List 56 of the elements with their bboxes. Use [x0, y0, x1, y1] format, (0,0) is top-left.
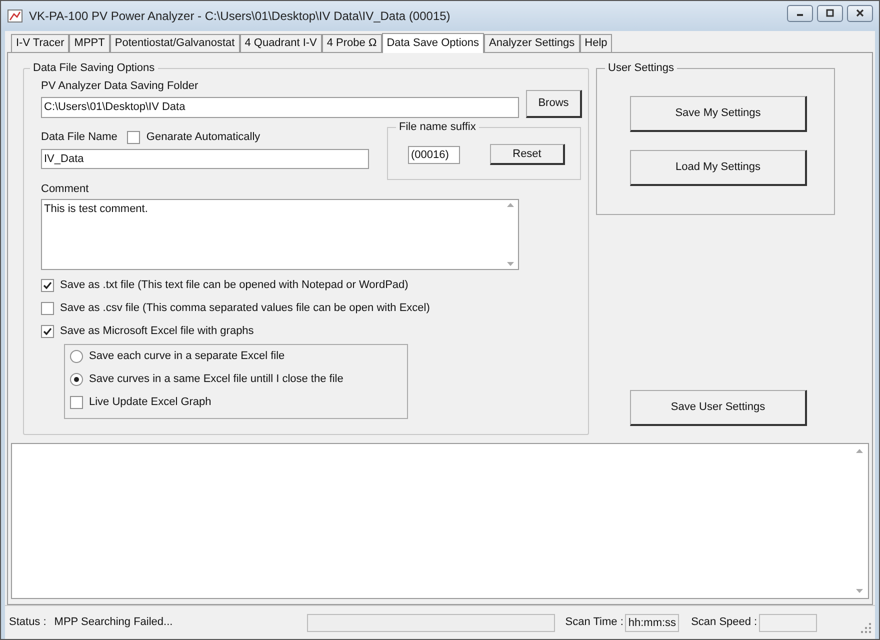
- checkbox[interactable]: [41, 302, 54, 315]
- tab[interactable]: Help: [580, 34, 612, 52]
- tab[interactable]: 4 Quadrant I-V: [240, 34, 322, 52]
- scroll-up-icon[interactable]: [856, 449, 863, 453]
- tab[interactable]: I-V Tracer: [11, 34, 70, 52]
- scroll-up-icon[interactable]: [506, 203, 514, 207]
- maximize-icon: [825, 9, 835, 17]
- close-button[interactable]: [847, 4, 873, 22]
- maximize-button[interactable]: [817, 4, 843, 22]
- checkbox[interactable]: [41, 325, 54, 338]
- app-icon: [7, 8, 23, 24]
- comment-field[interactable]: This is test comment.: [41, 199, 519, 270]
- tab[interactable]: MPPT: [69, 34, 110, 52]
- button[interactable]: Brows: [526, 90, 582, 118]
- option-label: Save as Microsoft Excel file with graphs: [60, 324, 254, 340]
- field-label: Data File Name: [41, 130, 118, 146]
- button[interactable]: Save User Settings: [630, 390, 807, 426]
- field-label: PV Analyzer Data Saving Folder: [41, 79, 200, 94]
- scroll-down-icon[interactable]: [506, 262, 514, 266]
- scroll-down-icon[interactable]: [856, 589, 863, 593]
- status-text: MPP Searching Failed...: [54, 615, 174, 630]
- button[interactable]: Reset: [490, 144, 565, 165]
- checkmark-icon: [43, 281, 52, 290]
- field-label: Comment: [41, 182, 90, 197]
- checkbox[interactable]: [127, 131, 140, 144]
- checkbox-label: Live Update Excel Graph: [89, 395, 212, 410]
- scan-time-label: Scan Time :: [565, 615, 624, 630]
- checkbox[interactable]: [41, 279, 54, 292]
- group-title: Data File Saving Options: [30, 61, 158, 76]
- status-label: Status :: [9, 615, 46, 630]
- minimize-button[interactable]: [787, 4, 813, 22]
- resize-grip-icon[interactable]: [861, 622, 871, 632]
- checkbox-label: Genarate Automatically: [146, 130, 260, 146]
- suffix-field[interactable]: (00016): [408, 146, 460, 164]
- folder-field[interactable]: C:\Users\01\Desktop\IV Data: [41, 96, 519, 118]
- group-title: User Settings: [605, 61, 678, 76]
- checkmark-icon: [43, 327, 52, 336]
- tab[interactable]: Potentiostat/Galvanostat: [110, 34, 240, 52]
- scan-speed-label: Scan Speed :: [691, 615, 758, 630]
- tab[interactable]: Analyzer Settings: [484, 34, 580, 52]
- checkbox[interactable]: [70, 396, 83, 409]
- scan-time-field: hh:mm:ss: [625, 614, 680, 632]
- close-icon: [855, 9, 865, 17]
- radio-label: Save curves in a same Excel file untill I close the file: [89, 372, 344, 388]
- file-name-field[interactable]: IV_Data: [41, 149, 369, 169]
- radio-button[interactable]: [70, 373, 83, 386]
- radio-button[interactable]: [70, 350, 83, 363]
- window-title: VK-PA-100 PV Power Analyzer - C:\Users\01\Desktop\IV Data\IV_Data (00015): [29, 8, 450, 25]
- scan-speed-field: [759, 614, 818, 632]
- tab[interactable]: 4 Probe Ω: [322, 34, 382, 52]
- tab[interactable]: Data Save Options: [382, 33, 484, 53]
- option-label: Save as .csv file (This comma separated values file can be open with Excel): [60, 301, 430, 316]
- option-label: Save as .txt file (This text file can be opened with Notepad or WordPad): [60, 278, 408, 294]
- button[interactable]: Load My Settings: [630, 150, 807, 186]
- button[interactable]: Save My Settings: [630, 96, 807, 132]
- radio-label: Save each curve in a separate Excel file: [89, 349, 285, 364]
